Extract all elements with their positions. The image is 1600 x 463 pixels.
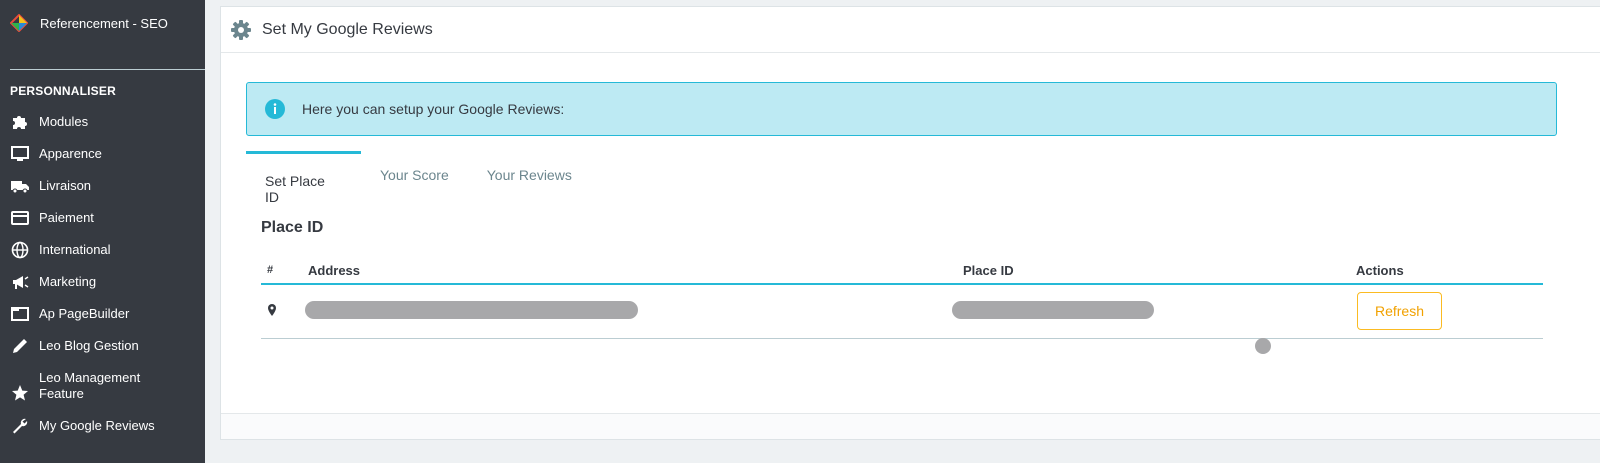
address-cell	[305, 284, 963, 339]
globe-icon	[10, 240, 30, 260]
refresh-button[interactable]: Refresh	[1357, 292, 1442, 331]
truck-icon	[10, 176, 30, 196]
puzzle-icon	[10, 112, 30, 132]
sidebar-item-seo[interactable]: Referencement - SEO	[10, 0, 205, 70]
column-header-number: #	[261, 257, 308, 285]
place-id-cell	[952, 284, 1356, 339]
section-title: Place ID	[261, 219, 324, 236]
settings-panel: Set My Google Reviews Here you can setup…	[220, 6, 1600, 440]
redaction-dot	[1255, 338, 1271, 354]
info-alert-message: Here you can setup your Google Reviews:	[302, 101, 565, 117]
sidebar-item-my-google-reviews[interactable]: My Google Reviews	[0, 410, 205, 442]
panel-footer	[221, 413, 1600, 439]
map-marker-icon	[268, 303, 276, 316]
sidebar-item-leo-management[interactable]: Leo Management Feature	[0, 362, 205, 410]
column-header-actions: Actions	[1356, 257, 1543, 285]
sidebar-item-leo-blog[interactable]: Leo Blog Gestion	[0, 330, 205, 362]
sidebar-section-title: PERSONNALISER	[10, 84, 116, 98]
sidebar-item-label: Livraison	[39, 178, 92, 193]
wrench-icon	[10, 416, 30, 436]
sidebar-item-label: Marketing	[39, 274, 97, 289]
sidebar-item-label: Leo Management Feature	[39, 370, 141, 401]
monitor-icon	[10, 144, 30, 164]
credit-card-icon	[10, 208, 30, 228]
sidebar-item-international[interactable]: International	[0, 234, 205, 266]
sidebar-item-seo-label: Referencement - SEO	[40, 16, 168, 31]
info-icon	[265, 99, 285, 119]
star-icon	[10, 383, 30, 403]
tab-your-score[interactable]: Your Score	[361, 151, 468, 199]
tab-your-reviews[interactable]: Your Reviews	[468, 151, 591, 199]
sidebar-item-livraison[interactable]: Livraison	[0, 170, 205, 202]
sidebar-item-label: Leo Blog Gestion	[39, 338, 139, 353]
redacted-address	[305, 300, 638, 319]
panel-title: Set My Google Reviews	[262, 20, 433, 38]
row-marker	[261, 284, 308, 339]
megaphone-icon	[10, 272, 30, 292]
sidebar-item-apparence[interactable]: Apparence	[0, 138, 205, 170]
sidebar-item-label: Apparence	[39, 146, 102, 161]
actions-cell: Refresh	[1356, 284, 1543, 339]
table-row: Refresh	[261, 284, 1543, 339]
pencil-icon	[10, 336, 30, 356]
prestashop-logo-icon	[10, 14, 28, 32]
redacted-place-id	[952, 300, 1154, 319]
window-icon	[10, 304, 30, 324]
sidebar-item-label: Ap PageBuilder	[39, 306, 130, 321]
sidebar-item-label: International	[39, 242, 111, 257]
tab-set-place-id[interactable]: Set Place ID	[246, 151, 361, 205]
sidebar-item-marketing[interactable]: Marketing	[0, 266, 205, 298]
column-header-place-id: Place ID	[963, 257, 1356, 285]
place-id-table: # Address Place ID Actions Refresh	[261, 257, 1543, 339]
sidebar-item-modules[interactable]: Modules	[0, 106, 205, 138]
sidebar-item-ap-pagebuilder[interactable]: Ap PageBuilder	[0, 298, 205, 330]
table-header-row: # Address Place ID Actions	[261, 257, 1543, 285]
gear-icon	[231, 19, 251, 40]
sidebar-item-label: Modules	[39, 114, 89, 129]
sidebar-item-label: Paiement	[39, 210, 94, 225]
sidebar-item-paiement[interactable]: Paiement	[0, 202, 205, 234]
column-header-address: Address	[308, 257, 963, 285]
tab-bar: Set Place ID Your Score Your Reviews	[246, 151, 591, 205]
panel-header: Set My Google Reviews	[221, 7, 1600, 53]
sidebar-item-label: My Google Reviews	[39, 418, 155, 433]
info-alert: Here you can setup your Google Reviews:	[246, 82, 1557, 136]
sidebar: Referencement - SEO PERSONNALISER Module…	[0, 0, 205, 463]
